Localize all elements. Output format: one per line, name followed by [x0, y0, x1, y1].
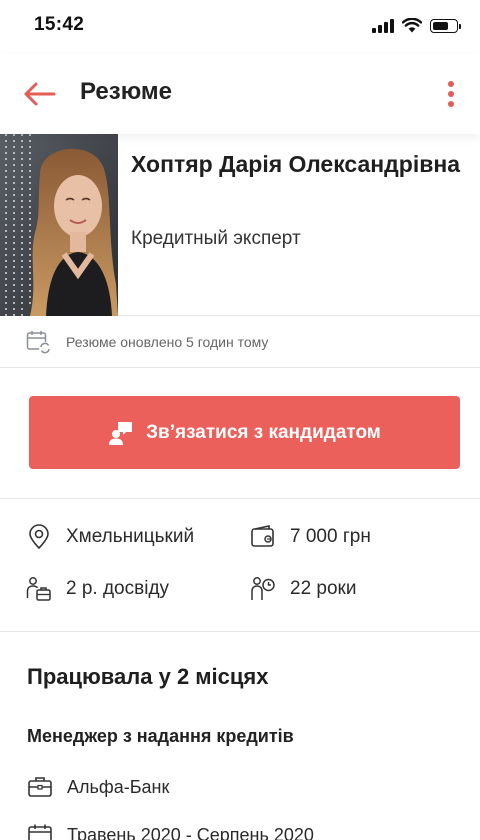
arrow-left-icon — [24, 82, 56, 106]
back-button[interactable] — [22, 80, 56, 108]
resume-updated-row: Резюме оновлено 5 годин тому — [0, 316, 480, 368]
candidate-facts: Хмельницький 7 000 грн 2 р. досвіду 22 р… — [0, 499, 480, 632]
fact-experience-text: 2 р. досвіду — [66, 578, 170, 599]
wifi-icon — [402, 18, 422, 33]
briefcase-icon — [28, 777, 52, 797]
person-briefcase-icon — [26, 577, 51, 601]
battery-icon — [430, 18, 461, 33]
status-bar: 15:42 — [0, 0, 480, 54]
fact-salary-text: 7 000 грн — [290, 526, 371, 547]
job-company: Альфа-Банк — [27, 774, 169, 800]
status-time: 15:42 — [34, 14, 85, 35]
fact-city-text: Хмельницький — [66, 526, 195, 547]
fact-experience: 2 р. досвіду — [26, 576, 169, 602]
job-period: Травень 2020 - Серпень 2020 — [27, 822, 314, 840]
page-title: Резюме — [80, 78, 172, 105]
app-header: Резюме — [0, 54, 480, 134]
job-company-text: Альфа-Банк — [67, 776, 170, 797]
candidate-name: Хоптяр Дарія Олександрівна — [131, 151, 461, 177]
contact-candidate-button[interactable]: Зв’язатися з кандидатом — [29, 396, 460, 469]
fact-age-text: 22 роки — [290, 578, 357, 599]
profile-card: Хоптяр Дарія Олександрівна Кредитный экс… — [0, 134, 480, 316]
chat-user-icon — [109, 421, 133, 445]
wallet-icon — [251, 525, 274, 547]
fact-age: 22 роки — [250, 576, 356, 602]
job-period-text: Травень 2020 - Серпень 2020 — [67, 824, 314, 840]
resume-updated-text: Резюме оновлено 5 годин тому — [66, 334, 269, 350]
contact-section: Зв’язатися з кандидатом — [0, 368, 480, 499]
avatar[interactable] — [0, 134, 118, 316]
candidate-position: Кредитный эксперт — [131, 228, 301, 249]
signal-icon — [372, 18, 394, 33]
person-clock-icon — [251, 577, 275, 600]
fact-salary: 7 000 грн — [250, 524, 371, 550]
fact-city: Хмельницький — [26, 524, 194, 550]
experience-heading: Працювала у 2 місцях — [27, 664, 269, 689]
more-menu-button[interactable] — [444, 78, 458, 110]
job-title: Менеджер з надання кредитів — [27, 726, 294, 746]
calendar-refresh-icon — [26, 331, 51, 354]
calendar-icon — [28, 824, 52, 840]
status-icons — [372, 18, 461, 33]
location-pin-icon — [29, 524, 49, 550]
contact-button-label: Зв’язатися з кандидатом — [146, 421, 381, 443]
more-vertical-icon — [448, 81, 454, 87]
